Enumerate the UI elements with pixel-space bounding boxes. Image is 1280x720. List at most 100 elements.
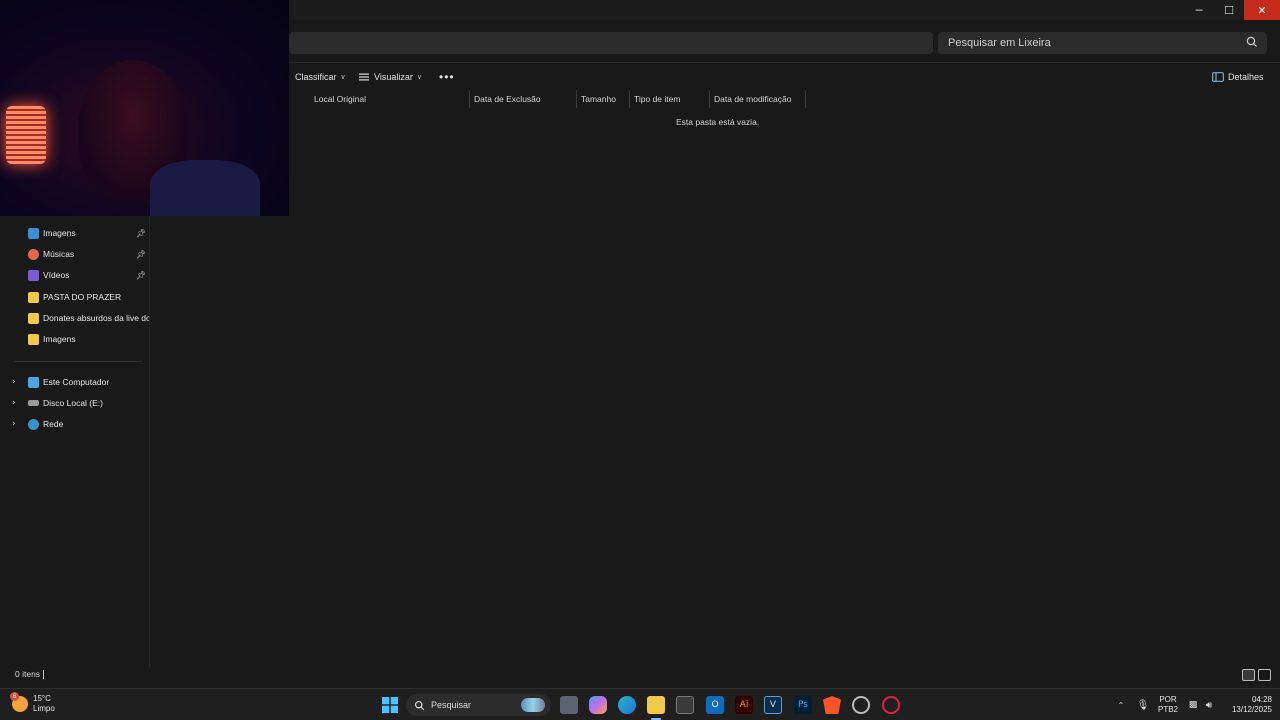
- windows-logo-icon: [382, 697, 398, 713]
- sidebar-item-this-pc[interactable]: Este Computador: [28, 374, 150, 390]
- item-count: 0 itens: [15, 669, 41, 679]
- minimize-button[interactable]: ─: [1184, 0, 1214, 20]
- sort-button[interactable]: Classificar ∨: [295, 69, 346, 85]
- maximize-button[interactable]: ☐: [1214, 0, 1244, 20]
- large-icons-view-button[interactable]: [1258, 669, 1271, 681]
- column-header-modified-date[interactable]: Data de modificação: [710, 90, 806, 108]
- taskbar-search[interactable]: Pesquisar: [406, 694, 551, 716]
- status-bar: 0 itens: [0, 668, 1280, 682]
- weather-temperature: 15°C: [33, 694, 51, 703]
- vegas-icon[interactable]: V: [764, 696, 782, 714]
- sidebar-item-folder[interactable]: PASTA DO PRAZER: [28, 289, 150, 305]
- sidebar-item-label: Donates absurdos da live do L: [43, 313, 149, 323]
- webcam-overlay: [0, 0, 289, 216]
- column-header-deleted-date[interactable]: Data de Exclusão: [470, 90, 577, 108]
- photoshop-icon[interactable]: Ps: [794, 696, 812, 714]
- close-button[interactable]: ✕: [1244, 0, 1280, 20]
- search-icon: [414, 700, 425, 710]
- sidebar-item-drive[interactable]: Disco Local (E:): [28, 395, 150, 411]
- search-input[interactable]: Pesquisar em Lixeira: [938, 32, 1267, 54]
- sidebar-item-label: Vídeos: [43, 270, 70, 280]
- chevron-down-icon: ∨: [340, 74, 346, 81]
- drive-icon: [28, 400, 39, 406]
- music-icon: [28, 248, 39, 260]
- lamp-light: [6, 106, 46, 164]
- edge-browser-icon[interactable]: [618, 696, 636, 714]
- microsoft-store-icon[interactable]: [676, 696, 694, 714]
- details-pane-icon: [1212, 72, 1224, 82]
- sidebar-item-videos[interactable]: Vídeos 📌︎: [28, 267, 150, 283]
- pin-icon[interactable]: 📌︎: [136, 250, 146, 259]
- status-separator: [43, 670, 44, 679]
- search-icon[interactable]: [1245, 35, 1259, 49]
- clock[interactable]: 04:28 13/12/2025: [1222, 695, 1272, 715]
- input-language-indicator[interactable]: POR PTB2: [1156, 695, 1180, 715]
- sidebar-item-label: Músicas: [43, 249, 75, 259]
- taskbar: 6 15°C Limpo Pesquisar O Ai V Ps ⌃ 🎙︎ PO…: [0, 688, 1280, 720]
- sidebar-item-label: Disco Local (E:): [43, 398, 103, 408]
- task-view-icon[interactable]: [560, 696, 578, 714]
- copilot-icon[interactable]: [589, 696, 607, 714]
- column-header-item-type[interactable]: Tipo de item: [630, 90, 710, 108]
- network-icon: [28, 418, 39, 430]
- search-highlight-icon: [521, 698, 545, 712]
- chevron-right-icon[interactable]: ›: [12, 398, 16, 408]
- language-code: POR: [1159, 695, 1177, 704]
- address-bar[interactable]: [289, 32, 933, 54]
- show-hidden-icons-chevron-icon[interactable]: ⌃: [1112, 696, 1130, 714]
- sidebar-item-music[interactable]: Músicas 📌︎: [28, 246, 150, 262]
- pictures-icon: [28, 227, 39, 239]
- clock-time: 04:28: [1251, 695, 1272, 704]
- sidebar-item-folder[interactable]: Imagens: [28, 331, 150, 347]
- folder-icon: [28, 312, 39, 324]
- obs-studio-icon[interactable]: [852, 696, 870, 714]
- view-label: Visualizar: [374, 72, 413, 82]
- brave-browser-icon[interactable]: [823, 696, 841, 714]
- opera-gx-icon[interactable]: [882, 696, 900, 714]
- sort-label: Classificar: [295, 72, 337, 82]
- details-pane-button[interactable]: Detalhes: [1212, 69, 1264, 85]
- computer-icon: [28, 376, 39, 388]
- sidebar-item-pictures[interactable]: Imagens 📌︎: [28, 225, 150, 241]
- illustrator-icon[interactable]: Ai: [735, 696, 753, 714]
- chevron-right-icon[interactable]: ›: [12, 377, 16, 387]
- sidebar-item-label: Imagens: [43, 334, 76, 344]
- view-button[interactable]: Visualizar ∨: [358, 69, 422, 85]
- more-options-button[interactable]: •••: [439, 69, 455, 85]
- videos-icon: [28, 269, 39, 281]
- view-icon: [359, 73, 369, 81]
- folder-icon: [28, 291, 39, 303]
- volume-icon[interactable]: 🔊︎: [1200, 696, 1218, 714]
- column-header-original-location[interactable]: Local Original: [310, 90, 470, 108]
- taskbar-search-placeholder: Pesquisar: [431, 700, 472, 710]
- pin-icon[interactable]: 📌︎: [136, 271, 146, 280]
- file-explorer-icon[interactable]: [647, 696, 665, 714]
- sidebar-item-folder[interactable]: Donates absurdos da live do L: [28, 310, 150, 326]
- chevron-down-icon: ∨: [416, 74, 422, 81]
- sidebar-item-label: Rede: [43, 419, 64, 429]
- weather-widget[interactable]: 6 15°C Limpo: [10, 692, 55, 714]
- notification-badge: 6: [10, 692, 19, 701]
- keyboard-layout: PTB2: [1157, 705, 1178, 714]
- microphone-icon[interactable]: 🎙︎: [1134, 696, 1152, 714]
- chevron-right-icon[interactable]: ›: [12, 419, 16, 429]
- start-button[interactable]: [381, 696, 399, 714]
- empty-folder-message: Esta pasta está vazia.: [676, 117, 760, 127]
- column-header-size[interactable]: Tamanho: [577, 90, 630, 108]
- sidebar-item-label: Imagens: [43, 228, 76, 238]
- weather-description: Limpo: [33, 704, 55, 713]
- weather-icon: 6: [10, 692, 28, 712]
- file-explorer-window: ─ ☐ ✕ Pesquisar em Lixeira Classificar ∨…: [0, 0, 1280, 720]
- sidebar-item-label: PASTA DO PRAZER: [43, 292, 122, 302]
- navigation-pane: Imagens 📌︎ Músicas 📌︎ Vídeos 📌︎ PASTA DO…: [0, 216, 150, 668]
- person-shoulder: [150, 160, 260, 216]
- folder-icon: [28, 333, 39, 345]
- search-placeholder: Pesquisar em Lixeira: [948, 37, 1051, 49]
- sidebar-item-label: Este Computador: [43, 377, 110, 387]
- sidebar-item-network[interactable]: Rede: [28, 416, 150, 432]
- clock-date: 13/12/2025: [1231, 705, 1272, 714]
- details-view-button[interactable]: [1242, 669, 1255, 681]
- outlook-icon[interactable]: O: [706, 696, 724, 714]
- details-label: Detalhes: [1228, 72, 1264, 82]
- pin-icon[interactable]: 📌︎: [136, 229, 146, 238]
